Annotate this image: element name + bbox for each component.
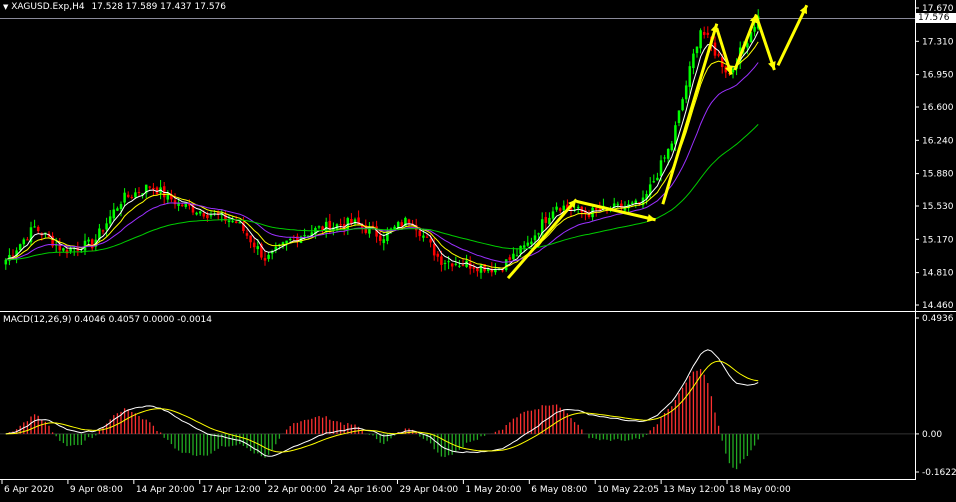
- y-tick-label: 14.810: [922, 269, 954, 279]
- y-tick-label: 16.950: [922, 71, 954, 81]
- candle: [681, 97, 684, 112]
- x-tick-label: 18 May 00:00: [729, 485, 791, 495]
- symbol-label: XAGUSD.Exp,H4: [11, 2, 85, 12]
- y-tick-label: 14.460: [922, 301, 954, 311]
- y-tick-label: 16.600: [922, 103, 954, 113]
- x-tick-label: 9 Apr 08:00: [70, 485, 123, 495]
- current-price-tag: 17.576: [916, 13, 956, 23]
- x-tick-label: 6 May 08:00: [531, 485, 587, 495]
- x-tick-label: 17 Apr 12:00: [202, 485, 261, 495]
- x-tick-label: 1 May 20:00: [465, 485, 521, 495]
- x-tick-label: 22 Apr 00:00: [268, 485, 327, 495]
- y-tick-label: 17.310: [922, 37, 954, 47]
- x-tick-label: 10 May 22:05: [597, 485, 659, 495]
- x-tick-label: 6 Apr 2020: [4, 485, 54, 495]
- chart-canvas[interactable]: 17.67017.31016.95016.60016.24015.88015.5…: [0, 0, 956, 498]
- y-tick-label: 15.170: [922, 235, 954, 245]
- chart-header: ▼ XAGUSD.Exp,H4 17.528 17.589 17.437 17.…: [3, 2, 226, 12]
- y-tick-label: 16.240: [922, 136, 954, 146]
- x-tick-label: 13 May 12:00: [663, 485, 725, 495]
- y-tick-label: 15.530: [922, 202, 954, 212]
- macd-y-tick-label: 0.00: [922, 430, 942, 440]
- macd-header: MACD(12,26,9) 0.4046 0.4057 0.0000 -0.00…: [3, 315, 213, 325]
- x-tick-label: 24 Apr 16:00: [334, 485, 393, 495]
- y-tick-label: 15.880: [922, 170, 954, 180]
- ohlc-values: 17.528 17.589 17.437 17.576: [91, 2, 227, 12]
- macd-y-tick-label: 0.4936: [922, 314, 954, 324]
- collapse-icon[interactable]: ▼: [3, 3, 8, 11]
- x-tick-label: 29 Apr 04:00: [399, 485, 458, 495]
- chart-window[interactable]: 17.670 17.310 16.950 16.600 16.240 15.880 15.5…: [0, 0, 956, 498]
- macd-y-tick-label: -0.1622: [922, 468, 956, 478]
- x-tick-label: 14 Apr 20:00: [136, 485, 195, 495]
- candle: [155, 186, 159, 195]
